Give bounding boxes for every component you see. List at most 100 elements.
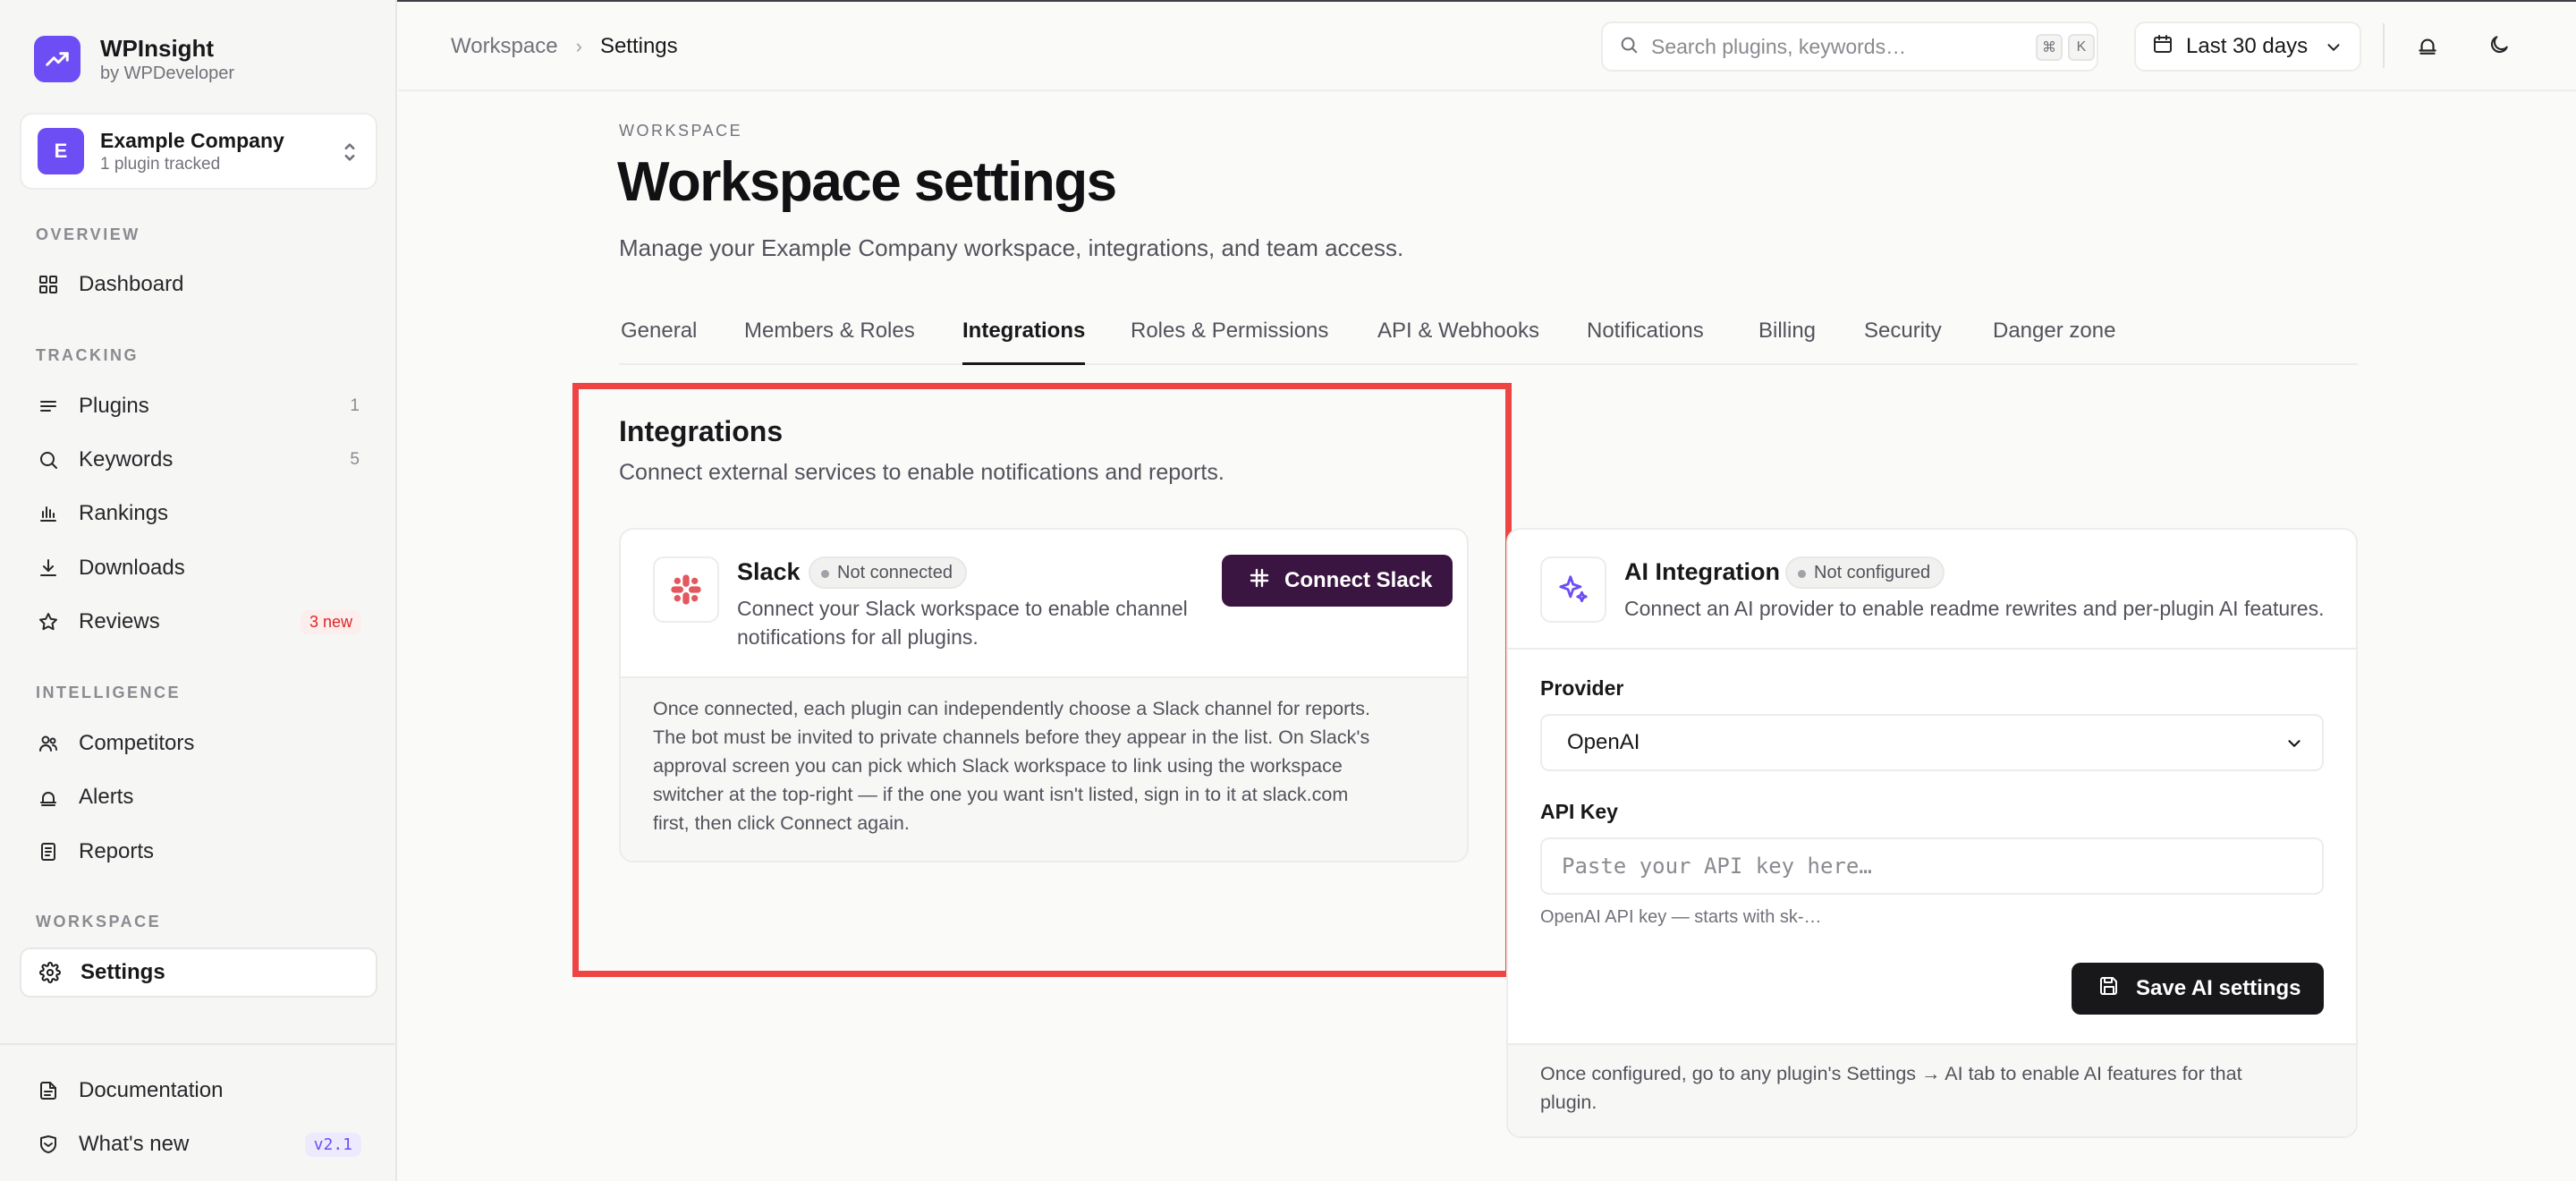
ai-help-line-1: Once configured, go to any plugin's Sett… xyxy=(1540,1063,2242,1084)
tab-integrations[interactable]: Integrations xyxy=(962,319,1086,365)
slack-title: Slack xyxy=(737,558,801,585)
slack-description-line-2: notifications for all plugins. xyxy=(737,625,979,649)
sidebar-item-dashboard[interactable]: Dashboard xyxy=(20,259,377,310)
tab-general[interactable]: General xyxy=(621,319,697,365)
sidebar-item-label: Plugins xyxy=(79,394,149,418)
tab-notifications[interactable]: Notifications xyxy=(1587,319,1704,365)
brand[interactable]: WPInsight by WPDeveloper xyxy=(34,34,234,84)
star-icon xyxy=(36,609,61,634)
chevron-down-icon xyxy=(2284,734,2304,760)
calendar-icon xyxy=(2152,33,2174,61)
api-key-input[interactable] xyxy=(1540,837,2324,895)
slack-icon xyxy=(653,557,719,623)
provider-label: Provider xyxy=(1540,676,1624,700)
tab-billing[interactable]: Billing xyxy=(1758,319,1816,365)
page-title: Workspace settings xyxy=(617,151,1117,213)
tab-api-webhooks[interactable]: API & Webhooks xyxy=(1377,319,1539,365)
save-ai-settings-button[interactable]: Save AI settings xyxy=(2072,963,2324,1015)
sidebar-item-plugins[interactable]: Plugins 1 xyxy=(20,381,377,431)
search-icon xyxy=(36,447,61,472)
slack-card-footer: Once connected, each plugin can independ… xyxy=(621,676,1467,861)
grid-icon xyxy=(36,272,61,297)
sidebar-item-label: Dashboard xyxy=(79,272,184,296)
workspace-avatar: E xyxy=(38,128,84,174)
sidebar-item-documentation[interactable]: Documentation xyxy=(20,1066,377,1116)
search-icon xyxy=(1619,35,1639,59)
theme-toggle-button[interactable] xyxy=(2481,29,2517,64)
provider-value: OpenAI xyxy=(1567,730,1640,754)
sidebar-item-label: Downloads xyxy=(79,556,185,580)
sidebar-item-competitors[interactable]: Competitors xyxy=(20,718,377,769)
api-key-label: API Key xyxy=(1540,800,1618,823)
section-subtitle: Connect external services to enable noti… xyxy=(619,460,1224,485)
sidebar-item-reviews[interactable]: Reviews 3 new xyxy=(20,597,377,647)
ai-description: Connect an AI provider to enable readme … xyxy=(1624,597,2325,620)
slack-help-line-1: Once connected, each plugin can independ… xyxy=(653,698,1370,719)
slack-description-line-1: Connect your Slack workspace to enable c… xyxy=(737,597,1188,620)
date-range-label: Last 30 days xyxy=(2186,34,2309,58)
save-ai-settings-label: Save AI settings xyxy=(2136,976,2301,1000)
sidebar-item-label: Competitors xyxy=(79,731,195,755)
breadcrumb-workspace[interactable]: Workspace xyxy=(451,34,558,59)
slack-integration-card: Slack Not connected Connect your Slack w… xyxy=(619,528,1469,862)
date-range-picker[interactable]: Last 30 days xyxy=(2134,21,2361,72)
ai-title: AI Integration xyxy=(1624,558,1780,585)
breadcrumb-settings: Settings xyxy=(599,34,678,58)
settings-tabs: General Members & Roles Integrations Rol… xyxy=(619,313,2358,365)
document-icon xyxy=(36,1078,61,1103)
siren-icon xyxy=(2416,33,2439,61)
search-input[interactable]: Search plugins, keywords… ⌘ K xyxy=(1601,21,2098,72)
sidebar-item-label: Keywords xyxy=(79,447,174,472)
tab-members-roles[interactable]: Members & Roles xyxy=(744,319,915,365)
tab-security[interactable]: Security xyxy=(1864,319,1942,365)
tab-danger-zone[interactable]: Danger zone xyxy=(1993,319,2115,365)
ai-status-badge: Not configured xyxy=(1785,557,1945,589)
slack-help-line-4: switcher at the top-right — if the one y… xyxy=(653,784,1349,805)
shield-icon xyxy=(36,1132,61,1157)
nav-section-intelligence: INTELLIGENCE xyxy=(36,684,182,701)
search-placeholder: Search plugins, keywords… xyxy=(1651,34,1907,58)
sidebar-item-label: Reviews xyxy=(79,609,160,633)
chevrons-up-down-icon xyxy=(342,140,358,169)
sparkles-icon xyxy=(1540,557,1606,623)
workspace-subtitle: 1 plugin tracked xyxy=(100,155,221,174)
sidebar-item-downloads[interactable]: Downloads xyxy=(20,543,377,593)
sidebar-item-label: What's new xyxy=(79,1132,190,1156)
page-subtitle: Manage your Example Company workspace, i… xyxy=(619,234,1404,261)
sidebar-item-label: Rankings xyxy=(79,501,169,525)
workspace-name: Example Company xyxy=(100,129,284,152)
sidebar-item-reports[interactable]: Reports xyxy=(20,827,377,877)
sidebar-item-keywords[interactable]: Keywords 5 xyxy=(20,435,377,485)
workspace-switcher[interactable]: E Example Company 1 plugin tracked xyxy=(20,113,377,190)
sidebar-item-rankings[interactable]: Rankings xyxy=(20,489,377,539)
siren-icon xyxy=(36,785,61,810)
sidebar-item-label: Reports xyxy=(79,839,155,863)
slack-status-badge: Not connected xyxy=(809,557,967,589)
connect-slack-button[interactable]: Connect Slack xyxy=(1222,555,1453,607)
ai-integration-card: AI Integration Not configured Connect an… xyxy=(1506,528,2358,1138)
slack-hash-icon xyxy=(1249,567,1270,595)
alerts-button[interactable] xyxy=(2410,29,2445,64)
nav-section-workspace: WORKSPACE xyxy=(36,913,162,930)
header-divider xyxy=(2383,23,2385,68)
sidebar-item-count: 5 xyxy=(350,450,360,469)
save-icon xyxy=(2098,975,2120,1003)
version-badge: v2.1 xyxy=(304,1132,361,1157)
provider-select[interactable]: OpenAI xyxy=(1540,714,2324,771)
sidebar-item-settings[interactable]: Settings xyxy=(20,947,377,998)
sidebar-item-whats-new[interactable]: What's new v2.1 xyxy=(20,1119,377,1169)
slack-help-line-2: The bot must be invited to private chann… xyxy=(653,726,1370,748)
users-icon xyxy=(36,731,61,756)
download-icon xyxy=(36,556,61,581)
page-eyebrow: WORKSPACE xyxy=(619,122,743,140)
moon-icon xyxy=(2487,33,2511,61)
breadcrumb: Workspace › Settings xyxy=(451,34,678,59)
brand-name: WPInsight xyxy=(100,35,215,62)
sidebar: WPInsight by WPDeveloper E Example Compa… xyxy=(0,0,397,1181)
nav-section-tracking: TRACKING xyxy=(36,346,139,364)
slack-help-line-5: first, then click Connect again. xyxy=(653,812,910,834)
sidebar-item-alerts[interactable]: Alerts xyxy=(20,772,377,822)
brand-subtitle: by WPDeveloper xyxy=(100,64,235,83)
tab-roles-permissions[interactable]: Roles & Permissions xyxy=(1131,319,1328,365)
chevron-right-icon: › xyxy=(575,35,582,57)
